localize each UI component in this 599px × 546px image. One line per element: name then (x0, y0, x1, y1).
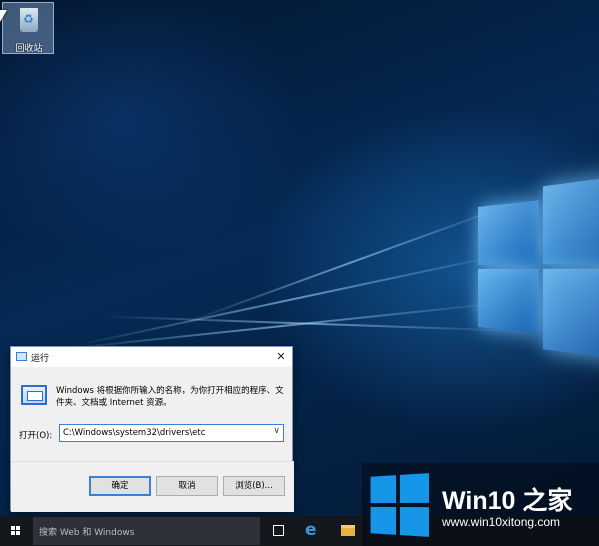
edge-button[interactable]: e (301, 519, 327, 543)
watermark: Win10 之家 www.win10xitong.com (362, 463, 599, 546)
light-beam (42, 300, 521, 353)
logo-pane (478, 200, 539, 265)
mouse-cursor-icon (0, 10, 7, 22)
start-button[interactable] (0, 516, 32, 546)
logo-pane (542, 173, 599, 265)
run-title-icon (16, 352, 27, 361)
recycle-bin-label: 回收站 (15, 44, 43, 54)
ok-button[interactable]: 确定 (89, 476, 151, 496)
open-label: 打开(O): (19, 431, 53, 441)
recycle-bin-shortcut[interactable]: 回收站 (2, 2, 54, 54)
windows-start-icon (11, 526, 21, 536)
cancel-button[interactable]: 取消 (156, 476, 218, 496)
open-input[interactable]: C:\Windows\system32\drivers\etc (63, 428, 205, 438)
watermark-url: www.win10xitong.com (442, 515, 561, 529)
run-icon (21, 385, 47, 405)
open-combobox[interactable]: C:\Windows\system32\drivers\etc ∨ (59, 424, 284, 442)
button-row: 确定 取消 浏览(B)... (11, 461, 294, 512)
task-view-icon (273, 525, 284, 536)
search-box[interactable]: 搜索 Web 和 Windows (33, 517, 260, 545)
file-explorer-icon (341, 525, 355, 536)
browse-button[interactable]: 浏览(B)... (223, 476, 285, 496)
task-view-button[interactable] (266, 519, 292, 543)
recycle-bin-icon (20, 8, 38, 32)
windows-logo-icon (370, 473, 429, 537)
logo-pane (542, 268, 599, 361)
run-dialog: 运行 ✕ Windows 将根据你所输入的名称，为你打开相应的程序、文件夹、文档… (10, 346, 294, 512)
logo-pane (478, 268, 539, 334)
windows-hero-logo (478, 173, 599, 366)
run-titlebar[interactable]: 运行 ✕ (11, 347, 292, 367)
run-description: Windows 将根据你所输入的名称，为你打开相应的程序、文件夹、文档或 Int… (56, 386, 284, 408)
chevron-down-icon[interactable]: ∨ (273, 426, 280, 436)
search-placeholder: 搜索 Web 和 Windows (39, 528, 135, 538)
close-button[interactable]: ✕ (270, 347, 292, 367)
file-explorer-button[interactable] (335, 519, 361, 543)
light-beam (69, 250, 521, 348)
watermark-title: Win10 之家 (442, 487, 573, 515)
dialog-title: 运行 (31, 354, 50, 364)
edge-icon: e (305, 520, 317, 540)
light-beam (100, 315, 521, 332)
